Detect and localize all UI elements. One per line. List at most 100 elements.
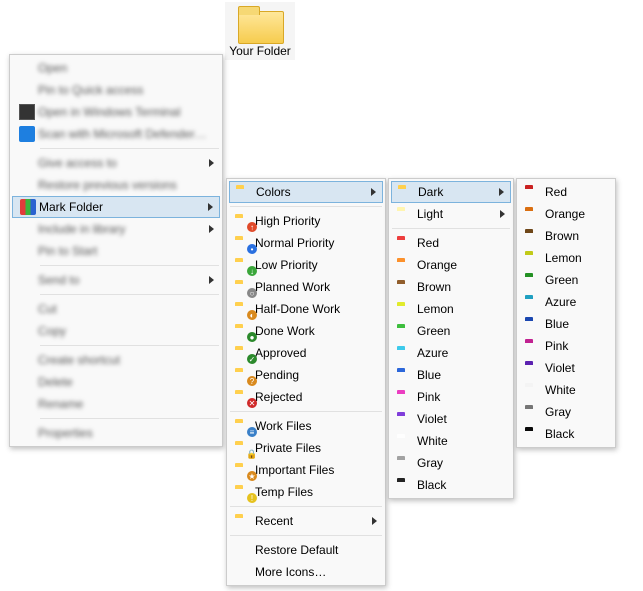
mark-group2-3[interactable]: ○Planned Work [229,276,383,298]
dark-item-11[interactable]: Black [519,423,613,445]
chevron-right-icon [371,188,376,196]
ctx-items2-1[interactable]: Restore previous versions [12,174,220,196]
dark-item-2[interactable]: Brown [519,225,613,247]
colors-item-6[interactable]: Blue [391,364,511,386]
colors-item-5[interactable]: Azure [391,342,511,364]
colors-item-3-icon [395,302,417,316]
colors-item-8-icon [395,412,417,426]
mark-group2-0-icon: ↑ [233,214,255,228]
colors-top-1[interactable]: Light [391,203,511,225]
colors-top-0-icon [396,185,418,199]
mark-group2-5[interactable]: ●Done Work [229,320,383,342]
ctx-items2-3-label: Include in library [38,222,202,236]
mark-group2-7-label: Pending [255,368,365,382]
colors-item-4[interactable]: Green [391,320,511,342]
colors-item-7-label: Pink [417,390,493,404]
ctx-items-2[interactable]: Open in Windows Terminal [12,101,220,123]
dark-item-7[interactable]: Pink [519,335,613,357]
ctx-items6-0[interactable]: Properties [12,422,220,444]
colors-item-11-label: Black [417,478,493,492]
ctx-items4-0[interactable]: Cut [12,298,220,320]
ctx-items3-0[interactable]: Send to [12,269,220,291]
ctx-items2-1-label: Restore previous versions [38,178,202,192]
chevron-right-icon [372,517,377,525]
ctx-items2-3[interactable]: Include in library [12,218,220,240]
dark-item-3[interactable]: Lemon [519,247,613,269]
ctx-items5-1[interactable]: Delete [12,371,220,393]
dark-item-9-icon [523,383,545,397]
mark-group2-1-label: Normal Priority [255,236,365,250]
dark-item-4-icon [523,273,545,287]
colors-item-2[interactable]: Brown [391,276,511,298]
separator [40,294,219,295]
colors-item-8[interactable]: Violet [391,408,511,430]
dark-item-5[interactable]: Azure [519,291,613,313]
colors-item-10-label: Gray [417,456,493,470]
ctx-items-3-icon [16,126,38,142]
dark-item-6[interactable]: Blue [519,313,613,335]
dark-item-10[interactable]: Gray [519,401,613,423]
ctx-items2-2-icon [17,199,39,215]
dark-item-2-label: Brown [545,229,595,243]
colors-top-0[interactable]: Dark [391,181,511,203]
mark-group4-0[interactable]: Recent [229,510,383,532]
context-menu: OpenPin to Quick access Open in Windows T… [9,54,223,447]
mark-group3-2[interactable]: ★Important Files [229,459,383,481]
ctx-items-0[interactable]: Open [12,57,220,79]
dark-item-9[interactable]: White [519,379,613,401]
colors-item-3[interactable]: Lemon [391,298,511,320]
dark-item-1[interactable]: Orange [519,203,613,225]
dark-item-11-icon [523,427,545,441]
dark-item-4[interactable]: Green [519,269,613,291]
separator [230,535,382,536]
dark-item-8[interactable]: Violet [519,357,613,379]
chevron-right-icon [209,225,214,233]
ctx-items5-1-label: Delete [38,375,202,389]
ctx-items5-0[interactable]: Create shortcut [12,349,220,371]
mark-group5-1[interactable]: More Icons… [229,561,383,583]
mark-group2-0[interactable]: ↑High Priority [229,210,383,232]
mark-group2-7[interactable]: ?Pending [229,364,383,386]
desktop-folder-label: Your Folder [227,44,293,58]
ctx-items2-4[interactable]: Pin to Start [12,240,220,262]
mark-group2-2[interactable]: ↓Low Priority [229,254,383,276]
ctx-items-3[interactable]: Scan with Microsoft Defender… [12,123,220,145]
mark-group2-6[interactable]: ✓Approved [229,342,383,364]
mark-group2-5-icon: ● [233,324,255,338]
colors-item-1[interactable]: Orange [391,254,511,276]
mark-group2-1[interactable]: •Normal Priority [229,232,383,254]
mark-group2-3-label: Planned Work [255,280,365,294]
ctx-items-3-label: Scan with Microsoft Defender… [38,127,207,141]
colors-item-0[interactable]: Red [391,232,511,254]
colors-item-9[interactable]: White [391,430,511,452]
mark-group2-8[interactable]: ✕Rejected [229,386,383,408]
colors-item-7[interactable]: Pink [391,386,511,408]
mark-group3-0[interactable]: ≡Work Files [229,415,383,437]
dark-item-8-label: Violet [545,361,595,375]
dark-item-0[interactable]: Red [519,181,613,203]
ctx-items-2-label: Open in Windows Terminal [38,105,202,119]
folder-icon [238,6,282,42]
ctx-items2-2[interactable]: Mark Folder [12,196,220,218]
colors-item-11[interactable]: Black [391,474,511,496]
desktop-folder[interactable]: Your Folder [225,2,295,60]
dark-item-4-label: Green [545,273,595,287]
colors-item-10[interactable]: Gray [391,452,511,474]
colors-item-6-icon [395,368,417,382]
ctx-items5-2[interactable]: Rename [12,393,220,415]
mark-group1-0[interactable]: Colors [229,181,383,203]
mark-group3-3[interactable]: !Temp Files [229,481,383,503]
ctx-items4-1[interactable]: Copy [12,320,220,342]
mark-group2-4[interactable]: ◐Half-Done Work [229,298,383,320]
dark-item-7-icon [523,339,545,353]
ctx-items-1[interactable]: Pin to Quick access [12,79,220,101]
colors-item-5-icon [395,346,417,360]
dark-item-11-label: Black [545,427,595,441]
dark-item-1-icon [523,207,545,221]
separator [230,506,382,507]
mark-group5-0[interactable]: Restore Default [229,539,383,561]
dark-item-7-label: Pink [545,339,595,353]
ctx-items2-0[interactable]: Give access to [12,152,220,174]
mark-group3-1[interactable]: 🔒Private Files [229,437,383,459]
colors-item-2-icon [395,280,417,294]
